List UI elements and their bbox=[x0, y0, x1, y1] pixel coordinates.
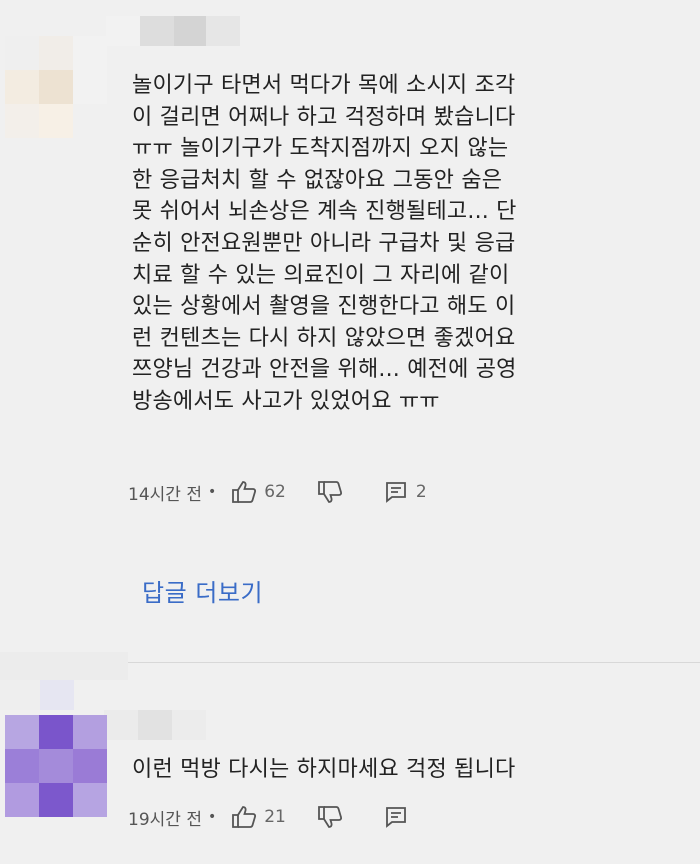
comment-text: 이런 먹방 다시는 하지마세요 걱정 됩니다 bbox=[132, 754, 682, 786]
comment-text-line: 있는 상황에서 촬영을 진행한다고 해도 이 bbox=[132, 294, 516, 320]
reply-header-blurred bbox=[0, 652, 128, 680]
comment-meta: 19시간 전 • 21 bbox=[128, 802, 410, 832]
reply-count: 2 bbox=[415, 482, 427, 502]
avatar[interactable] bbox=[5, 715, 107, 817]
thumbs-down-icon[interactable] bbox=[316, 803, 344, 831]
comment-time[interactable]: 14시간 전 bbox=[128, 480, 202, 505]
comment-text-line: 방송에서도 사고가 있었어요 ㅠㅠ bbox=[132, 388, 440, 414]
thumbs-up-icon[interactable] bbox=[230, 803, 258, 831]
like-count: 21 bbox=[264, 807, 286, 827]
comment-text-line: 한 응급처치 할 수 없잖아요 그동안 숨은 bbox=[132, 167, 503, 193]
comment-text-line: 놀이기구 타면서 먹다가 목에 소시지 조각 bbox=[132, 73, 516, 98]
more-replies-link[interactable]: 답글 더보기 bbox=[142, 573, 263, 608]
reply-subheader-blurred bbox=[0, 680, 100, 710]
comment-text-line: 못 쉬어서 뇌손상은 계속 진행될테고... 단 bbox=[132, 199, 517, 225]
comment-item: 놀이기구 타면서 먹다가 목에 소시지 조각 이 걸리면 어쩌나 하고 걱정하며… bbox=[0, 0, 700, 607]
comment-text-line: 런 컨텐츠는 다시 하지 않았으면 좋겠어요 bbox=[132, 325, 516, 351]
separator-dot: • bbox=[207, 809, 217, 825]
comment-meta: 14시간 전 • 62 2 bbox=[128, 477, 427, 507]
reply-icon[interactable] bbox=[382, 478, 410, 506]
comment-text-line: ㅠㅠ 놀이기구가 도착지점까지 오지 않는 bbox=[132, 136, 509, 162]
author-name-blurred[interactable] bbox=[104, 710, 206, 740]
comment-text: 놀이기구 타면서 먹다가 목에 소시지 조각 이 걸리면 어쩌나 하고 걱정하며… bbox=[132, 70, 682, 418]
comment-text-line: 이 걸리면 어쩌나 하고 걱정하며 봤습니다 bbox=[132, 104, 516, 130]
thumbs-down-icon[interactable] bbox=[316, 478, 344, 506]
like-count: 62 bbox=[264, 482, 286, 502]
reply-icon[interactable] bbox=[382, 803, 410, 831]
comment-time[interactable]: 19시간 전 bbox=[128, 805, 202, 830]
thumbs-up-icon[interactable] bbox=[230, 478, 258, 506]
separator-dot: • bbox=[207, 484, 217, 500]
author-name-blurred[interactable] bbox=[106, 16, 240, 46]
comment-text-line: 순히 안전요원뿐만 아니라 구급차 및 응급 bbox=[132, 230, 516, 256]
comment-text-line: 이런 먹방 다시는 하지마세요 걱정 됩니다 bbox=[132, 757, 516, 782]
avatar[interactable] bbox=[5, 36, 107, 138]
comment-text-line: 쯔양님 건강과 안전을 위해... 예전에 공영 bbox=[132, 357, 517, 383]
comment-text-line: 치료 할 수 있는 의료진이 그 자리에 같이 bbox=[132, 262, 510, 288]
